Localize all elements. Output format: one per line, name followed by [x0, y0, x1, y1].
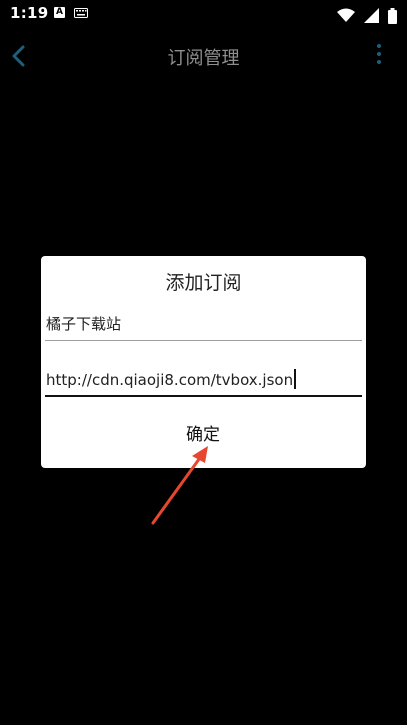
annotation-arrow [151, 446, 208, 525]
